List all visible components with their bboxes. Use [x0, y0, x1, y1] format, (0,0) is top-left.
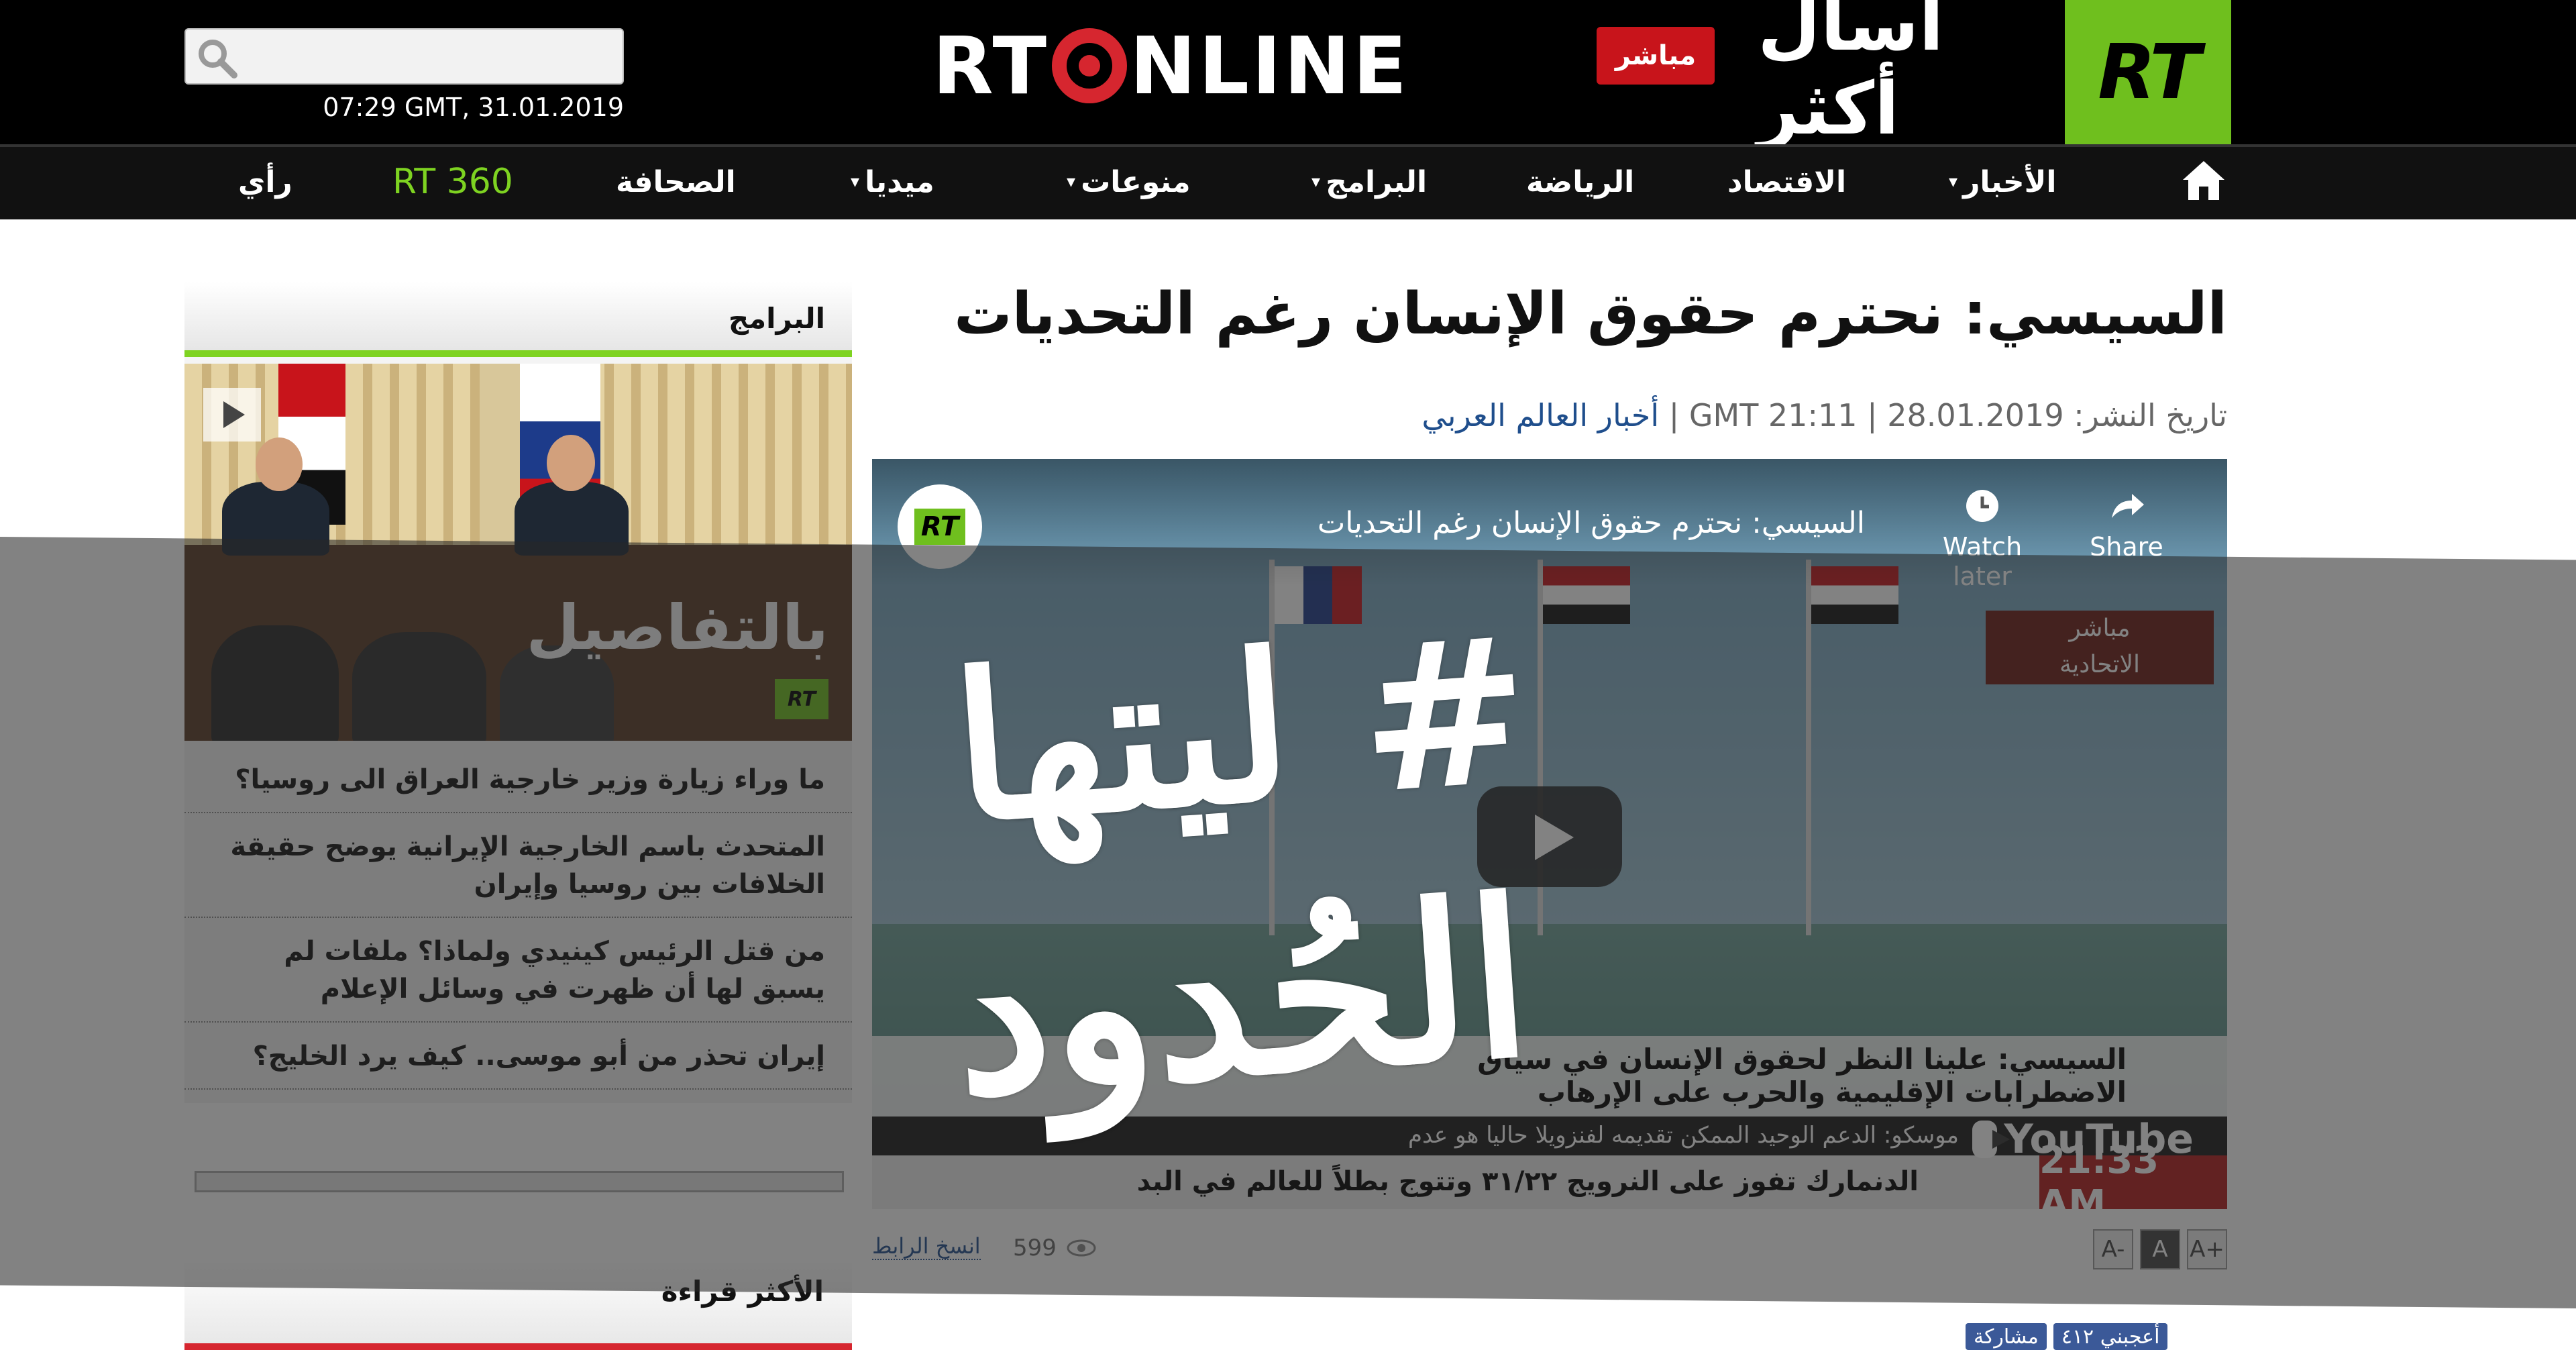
published-label: تاريخ النشر:	[2074, 397, 2227, 433]
font-increase-button[interactable]: A+	[2187, 1229, 2227, 1269]
flag-pole	[1269, 560, 1275, 935]
sidebar-video-thumbnail[interactable]: بالتفاصيل RT	[184, 364, 852, 741]
nav-item-opinion[interactable]: رأي	[238, 144, 292, 219]
clock-icon	[1966, 490, 1998, 522]
youtube-play-icon	[1972, 1121, 2010, 1158]
nav-label: الرياضة	[1526, 164, 1635, 199]
nav-item-programs[interactable]: ▾ البرامج	[1311, 144, 1427, 219]
logo-ring-icon	[1052, 28, 1128, 103]
speaker-figure	[222, 482, 329, 556]
chevron-down-icon: ▾	[1311, 172, 1321, 192]
nav-item-rt360[interactable]: RT 360	[392, 144, 513, 219]
sidebar-list-item[interactable]: المتحدث باسم الخارجية الإيرانية يوضح حقي…	[184, 813, 852, 918]
like-fb-button[interactable]: أعجبني ٤١٢	[2053, 1323, 2168, 1350]
share-arrow-icon	[2112, 494, 2144, 518]
sidebar-programs-header[interactable]: البرامج	[184, 282, 852, 357]
watch-later-button[interactable]: Watch later	[1915, 486, 2049, 591]
home-icon[interactable]	[2180, 157, 2227, 204]
flag-pole	[1806, 560, 1811, 935]
view-count-value: 599	[1013, 1235, 1057, 1261]
nav-item-economy[interactable]: الاقتصاد	[1727, 144, 1846, 219]
slogan: اسأل أكثر	[1758, 0, 1944, 151]
font-size-controls: A- A A+	[2093, 1229, 2227, 1269]
live-badge-line1: مباشر	[2069, 615, 2131, 642]
audience-figure	[211, 625, 339, 741]
ticker-bottom: الدنمارك تفوز على النرويج ٣١/٢٢ وتتوج بط…	[872, 1155, 2227, 1209]
thumbnail-caption: بالتفاصيل	[526, 592, 828, 664]
copy-link[interactable]: انسخ الرابط	[872, 1233, 981, 1260]
nav-label: البرامج	[1326, 164, 1428, 199]
article-meta: تاريخ النشر: 28.01.2019 | GMT 21:11 | أخ…	[865, 397, 2227, 433]
social-buttons: مشاركة أعجبني ٤١٢	[1966, 1323, 2168, 1350]
live-badge-line2: الاتحادية	[2059, 651, 2141, 678]
font-decrease-button[interactable]: A-	[2093, 1229, 2133, 1269]
share-fb-button[interactable]: مشاركة	[1966, 1323, 2047, 1350]
thumbnail-play-icon[interactable]	[203, 388, 261, 442]
video-clock: 21:33 AM	[2039, 1139, 2227, 1209]
article-title: السيسي: نحترم حقوق الإنسان رغم التحديات	[954, 280, 2227, 348]
most-read-header[interactable]: الأكثر قراءة	[184, 1257, 852, 1350]
nav-label: الصحافة	[616, 164, 736, 199]
nav-label: الاقتصاد	[1727, 164, 1847, 199]
play-button[interactable]	[1477, 786, 1622, 887]
logo-text-left: RT	[932, 19, 1050, 112]
live-badge: مباشر الاتحادية	[1986, 611, 2214, 684]
eye-icon	[1067, 1239, 1096, 1257]
channel-logo[interactable]: RT	[898, 484, 982, 569]
chevron-down-icon: ▾	[1067, 172, 1076, 192]
sidebar-scrollbar[interactable]	[195, 1171, 844, 1192]
chevron-down-icon: ▾	[1949, 172, 1958, 192]
sidebar-list-item[interactable]: ما وراء زيارة وزير خارجية العراق الى روس…	[184, 746, 852, 813]
live-button[interactable]: مباشر	[1597, 27, 1715, 85]
ticker-bottom-text: الدنمارك تفوز على النرويج ٣١/٢٢ وتتوج	[1398, 1166, 1919, 1197]
share-label: Share	[2090, 532, 2163, 562]
watch-later-label: Watch later	[1942, 532, 2023, 591]
ticker-line: السيسي: علينا النظر لحقوق الإنسان في سيا…	[1477, 1043, 2127, 1076]
nav-item-media[interactable]: ▾ ميديا	[851, 144, 934, 219]
sidebar-programs-title: البرامج	[728, 302, 825, 335]
speaker-head	[547, 435, 595, 491]
search-input[interactable]	[184, 28, 624, 85]
rt-brand-logo[interactable]: RT	[2065, 0, 2231, 144]
sidebar-list-item[interactable]: إيران تحذر من أبو موسى.. كيف يرد الخليج؟	[184, 1023, 852, 1090]
speaker-head	[256, 437, 303, 491]
category-link[interactable]: أخبار العالم العربي	[1421, 397, 1659, 433]
nav-item-misc[interactable]: ▾ منوعات	[1067, 144, 1191, 219]
published-date: 28.01.2019 | GMT 21:11 |	[1668, 397, 2064, 433]
most-read-title: الأكثر قراءة	[661, 1275, 824, 1308]
nav-label: منوعات	[1081, 164, 1191, 199]
nav-item-press[interactable]: الصحافة	[616, 144, 736, 219]
view-count: 599	[1013, 1235, 1097, 1261]
sidebar-list: ما وراء زيارة وزير خارجية العراق الى روس…	[184, 746, 852, 1090]
rt-online-logo[interactable]: RT NLINE	[932, 19, 1409, 113]
channel-logo-text: RT	[914, 509, 966, 545]
thumbnail-rt-logo: RT	[775, 679, 828, 719]
logo-text-right: NLINE	[1130, 19, 1410, 112]
speaker-figure	[515, 482, 629, 556]
ticker-line: الاضطرابات الإقليمية والحرب على الإرهاب	[1537, 1076, 2127, 1108]
sidebar-list-item[interactable]: من قتل الرئيس كينيدي ولماذا؟ ملفات لم يس…	[184, 918, 852, 1023]
video-player[interactable]: السيسي: نحترم حقوق الإنسان رغم التحديات …	[872, 459, 2227, 1209]
video-title[interactable]: السيسي: نحترم حقوق الإنسان رغم التحديات	[993, 506, 1865, 540]
ticker-headline: السيسي: علينا النظر لحقوق الإنسان في سيا…	[872, 1036, 2227, 1117]
header-datetime: 07:29 GMT, 31.01.2019	[323, 93, 624, 122]
nav-label: RT 360	[392, 162, 513, 202]
nav-label: الأخبار	[1963, 164, 2057, 199]
article-tools: انسخ الرابط 599 A- A A+	[872, 1229, 2227, 1274]
font-normal-button[interactable]: A	[2140, 1229, 2180, 1269]
nav-item-sports[interactable]: الرياضة	[1526, 144, 1634, 219]
share-button[interactable]: Share	[2059, 486, 2194, 562]
nav-label: ميديا	[865, 164, 934, 199]
search-icon	[199, 40, 237, 79]
nav-label: رأي	[238, 164, 292, 199]
ticker-bottom-text: بطلاً للعالم في البد	[1136, 1166, 1389, 1197]
chevron-down-icon: ▾	[851, 172, 860, 192]
nav-item-news[interactable]: ▾ الأخبار	[1949, 144, 2056, 219]
